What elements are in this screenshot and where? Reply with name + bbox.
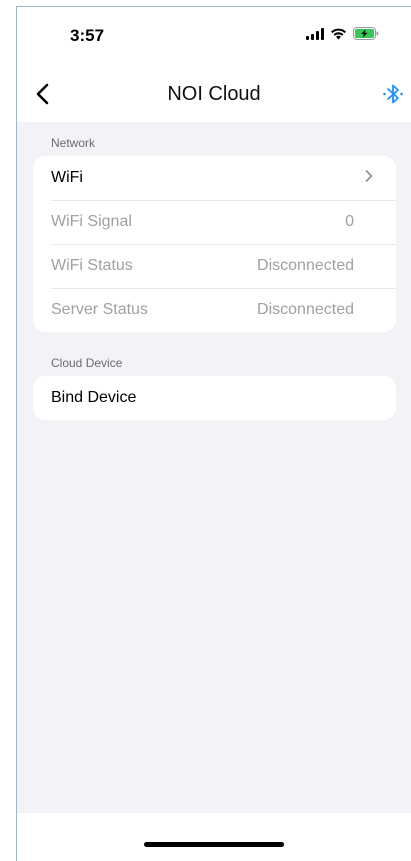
wifi-row[interactable]: WiFi <box>33 156 396 200</box>
bind-device-row[interactable]: Bind Device <box>33 376 396 420</box>
cloud-device-card: Bind Device <box>33 376 396 420</box>
status-time: 3:57 <box>70 26 105 45</box>
server-status-row: Server Status Disconnected <box>33 288 396 332</box>
wifi-signal-label: WiFi Signal <box>51 213 132 230</box>
server-status-value: Disconnected <box>257 301 354 318</box>
network-card: WiFi WiFi Signal 0 WiFi Status Disconnec… <box>33 156 396 332</box>
page-title: NOI Cloud <box>167 83 261 105</box>
wifi-signal-row: WiFi Signal 0 <box>33 200 396 244</box>
bluetooth-button[interactable] <box>381 81 405 107</box>
wifi-status-value: Disconnected <box>257 257 354 274</box>
wifi-label: WiFi <box>51 169 83 186</box>
app-screen: 3:57 NOI Cloud Network WiFi WiFi Signal … <box>16 6 411 861</box>
wifi-status-row: WiFi Status Disconnected <box>33 244 396 288</box>
home-indicator[interactable] <box>144 842 284 847</box>
navigation-bar: NOI Cloud <box>17 65 411 122</box>
status-icons <box>306 27 379 45</box>
chevron-right-icon <box>364 169 378 188</box>
bind-device-label: Bind Device <box>51 389 137 406</box>
status-bar: 3:57 <box>17 7 411 65</box>
wifi-status-label: WiFi Status <box>51 257 133 274</box>
cellular-signal-icon <box>306 27 324 45</box>
network-section-header: Network <box>51 136 96 150</box>
server-status-label: Server Status <box>51 301 148 318</box>
home-indicator-area <box>17 813 411 861</box>
wifi-signal-value: 0 <box>345 213 354 230</box>
battery-charging-icon <box>353 27 379 45</box>
bluetooth-icon <box>383 84 403 104</box>
cloud-device-section-header: Cloud Device <box>51 356 123 370</box>
wifi-icon <box>330 27 347 45</box>
